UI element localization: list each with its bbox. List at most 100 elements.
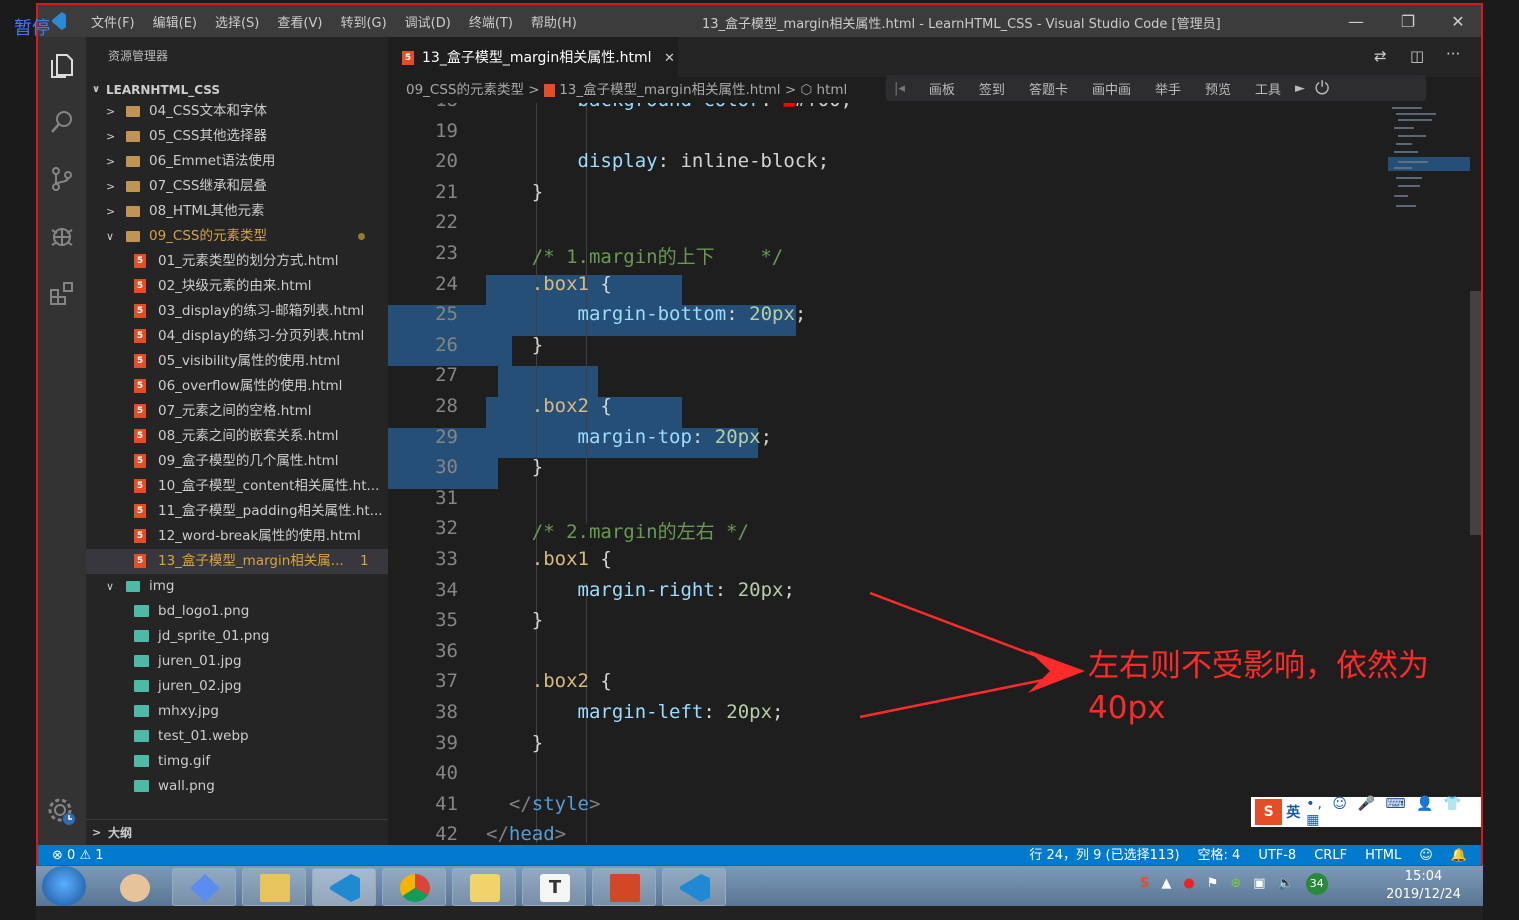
tree-folder[interactable]: >08_HTML其他元素 [86, 199, 388, 224]
tree-file[interactable]: 5 09_盒子模型的几个属性.html [86, 449, 388, 474]
toolbar-preview[interactable]: 预览 [1205, 79, 1231, 98]
tree-file[interactable]: 5 13_盒子模型_margin相关属... 1 [86, 549, 388, 574]
indentation[interactable]: 空格: 4 [1198, 845, 1241, 865]
toolbar-tools[interactable]: 工具 [1255, 79, 1281, 98]
toolbar-whiteboard[interactable]: 画板 [929, 79, 955, 98]
settings-gear-icon[interactable] [47, 797, 77, 827]
taskbar-lark[interactable] [172, 868, 236, 906]
code-line[interactable]: } [486, 334, 543, 356]
tab-close-icon[interactable]: ✕ [664, 51, 675, 66]
menu-go[interactable]: 转到(G) [331, 12, 395, 31]
menu-file[interactable]: 文件(F) [82, 12, 144, 31]
tree-file[interactable]: 5 11_盒子模型_padding相关属性.ht... [86, 499, 388, 524]
line-ending[interactable]: CRLF [1314, 845, 1347, 865]
code-line[interactable]: } [486, 732, 543, 754]
toolbar-raise-hand[interactable]: 举手 [1155, 79, 1181, 98]
tree-file[interactable]: 5 12_word-break属性的使用.html [86, 524, 388, 549]
tree-folder[interactable]: >04_CSS文本和字体 [86, 99, 388, 124]
tree-folder[interactable]: ∨ 09_CSS的元素类型 [86, 224, 388, 249]
sogou-tray-icon[interactable]: S [1140, 876, 1149, 895]
tray-volume-icon[interactable]: 🔈 [1278, 876, 1294, 895]
menu-view[interactable]: 查看(V) [268, 12, 331, 31]
code-line[interactable]: margin-right: 20px; [486, 579, 795, 601]
tree-file[interactable]: wall.png [86, 774, 388, 799]
taskbar-powerpoint[interactable] [592, 868, 656, 906]
language-mode[interactable]: HTML [1365, 845, 1401, 865]
tray-network-icon[interactable]: ▣ [1253, 876, 1265, 895]
code-line[interactable]: } [486, 456, 543, 478]
cursor-position[interactable]: 行 24，列 9 (已选择113) [1029, 845, 1179, 865]
explorer-icon[interactable] [47, 51, 77, 81]
editor-scrollbar[interactable] [1470, 291, 1481, 535]
tree-folder[interactable]: >07_CSS继承和层叠 [86, 174, 388, 199]
tree-file[interactable]: test_01.webp [86, 724, 388, 749]
code-line[interactable]: background-color: ■#f00; [486, 103, 853, 111]
tree-folder[interactable]: >06_Emmet语法使用 [86, 149, 388, 174]
code-line[interactable]: margin-top: 20px; [486, 426, 773, 448]
more-icon[interactable]: ··· [1446, 45, 1460, 63]
breadcrumb-symbol[interactable]: html [817, 82, 848, 98]
code-line[interactable]: margin-left: 20px; [486, 701, 784, 723]
feedback-icon[interactable]: ☺ [1419, 845, 1433, 865]
menu-help[interactable]: 帮助(H) [522, 12, 586, 31]
menu-debug[interactable]: 调试(D) [396, 12, 460, 31]
notification-bell-icon[interactable]: 🔔 [1451, 845, 1467, 865]
code-line[interactable]: </head> [486, 823, 566, 845]
minimize-button[interactable]: — [1333, 5, 1379, 37]
code-line[interactable]: } [486, 609, 543, 631]
code-line[interactable]: .box1 { [486, 548, 612, 570]
tree-file[interactable]: jd_sprite_01.png [86, 624, 388, 649]
workspace-section[interactable]: ∨ LEARNHTML_CSS [86, 79, 388, 101]
code-line[interactable]: </style> [486, 793, 601, 815]
tree-file[interactable]: timg.gif [86, 749, 388, 774]
extensions-icon[interactable] [47, 278, 77, 308]
taskbar-explorer[interactable] [242, 868, 306, 906]
code-line[interactable]: margin-bottom: 20px; [486, 303, 807, 325]
tray-badge[interactable]: 34 [1305, 873, 1328, 895]
taskbar-chrome[interactable] [382, 868, 446, 906]
tray-flag-icon[interactable]: ⚑ [1207, 876, 1219, 895]
close-window-button[interactable]: ✕ [1435, 5, 1481, 37]
tree-file[interactable]: mhxy.jpg [86, 699, 388, 724]
tree-file[interactable]: 5 07_元素之间的空格.html [86, 399, 388, 424]
code-line[interactable]: .box2 { [486, 670, 612, 692]
tree-file[interactable]: bd_logo1.png [86, 599, 388, 624]
code-line[interactable]: /* 1.margin的上下 */ [486, 242, 783, 269]
code-line[interactable]: } [486, 181, 543, 203]
tree-folder[interactable]: ∨ img [86, 574, 388, 599]
menu-terminal[interactable]: 终端(T) [460, 12, 522, 31]
toolbar-pip[interactable]: 画中画 [1092, 79, 1131, 98]
taskbar-avatar[interactable] [102, 868, 166, 906]
taskbar-vscode[interactable] [312, 868, 376, 906]
tray-expand-icon[interactable]: ▲ [1161, 876, 1171, 895]
ime-tools[interactable]: •, ☺ 🎤 ⌨ 👤 👕 ▦ [1306, 796, 1481, 828]
tree-file[interactable]: juren_02.jpg [86, 674, 388, 699]
play-icon[interactable]: ► [1295, 81, 1305, 96]
taskbar-notepad[interactable] [452, 868, 516, 906]
drag-handle-icon[interactable]: |◂ [894, 81, 905, 96]
start-button[interactable] [42, 866, 86, 906]
taskbar-vscode-2[interactable] [662, 868, 726, 906]
debug-icon[interactable] [47, 221, 77, 251]
ime-language[interactable]: 英 [1286, 802, 1300, 822]
tree-file[interactable]: juren_01.jpg [86, 649, 388, 674]
tab-active-file[interactable]: 5 13_盒子模型_margin相关属性.html ✕ [388, 37, 678, 77]
tree-file[interactable]: 5 03_display的练习-邮箱列表.html [86, 299, 388, 324]
tree-file[interactable]: 5 02_块级元素的由来.html [86, 274, 388, 299]
taskbar-typora[interactable]: T [522, 868, 586, 906]
power-icon[interactable]: ⏻ [1315, 78, 1329, 99]
breadcrumb-file[interactable]: 13_盒子模型_margin相关属性.html [559, 82, 780, 98]
tree-file[interactable]: 5 04_display的练习-分页列表.html [86, 324, 388, 349]
pause-label[interactable]: 暂停 [14, 14, 50, 40]
tree-file[interactable]: 5 08_元素之间的嵌套关系.html [86, 424, 388, 449]
code-editor[interactable]: 18 background-color: ■#f00; 19 20 display:… [388, 103, 1481, 845]
menu-edit[interactable]: 编辑(E) [144, 12, 206, 31]
outline-section[interactable]: > 大纲 [86, 819, 388, 845]
encoding[interactable]: UTF-8 [1258, 845, 1296, 865]
split-editor-icon[interactable]: ◫ [1410, 47, 1424, 65]
tree-file[interactable]: 5 01_元素类型的划分方式.html [86, 249, 388, 274]
system-clock[interactable]: 15:04 2019/12/24 [1386, 868, 1461, 904]
tree-file[interactable]: 5 06_overflow属性的使用.html [86, 374, 388, 399]
toolbar-answer-card[interactable]: 答题卡 [1029, 79, 1068, 98]
tree-folder[interactable]: >05_CSS其他选择器 [86, 124, 388, 149]
